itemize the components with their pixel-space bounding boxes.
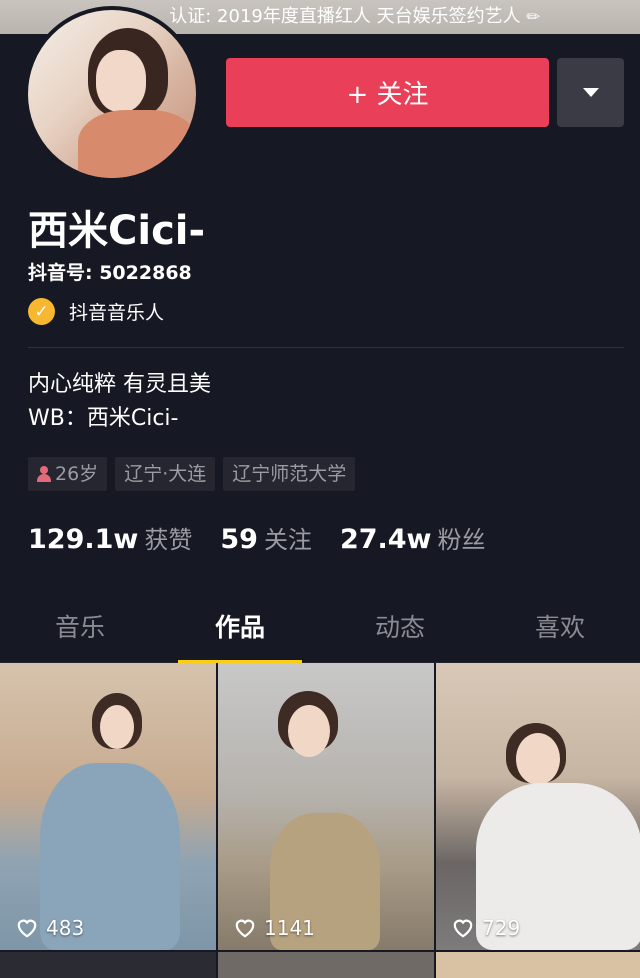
next-row-thumbnails[interactable] [0,952,640,978]
heart-icon [453,919,473,938]
video-thumbnail[interactable]: 483 [0,663,216,950]
bio-line-2: WB：西米Cici- [28,406,179,431]
tag-school: 辽宁师范大学 [223,457,356,491]
like-count-value: 729 [482,916,521,940]
certification-row: ✓ 抖音音乐人 [28,298,164,325]
video-grid: 483 1141 729 [0,663,640,950]
pencil-icon[interactable]: ✎ [517,0,551,34]
caret-down-icon [582,88,599,97]
stat-following-label[interactable]: 关注 [264,520,312,555]
heart-icon [17,919,37,938]
stat-following-value[interactable]: 59 [220,524,258,555]
like-count: 729 [452,916,520,940]
stat-followers-label[interactable]: 粉丝 [438,520,486,555]
like-count-value: 483 [46,916,85,940]
video-thumbnail[interactable]: 1141 [218,663,434,950]
heart-icon [235,919,255,938]
tab-works[interactable]: 作品 [160,596,320,663]
tab-music[interactable]: 音乐 [0,596,160,662]
like-count: 1141 [234,916,315,940]
stats-row: 129.1w 获赞 59 关注 27.4w 粉丝 [28,520,514,555]
video-thumbnail[interactable]: 729 [436,663,640,950]
certification-label: 抖音音乐人 [69,302,165,324]
stat-likes-value: 129.1w [28,524,139,555]
tab-activity[interactable]: 动态 [320,596,480,662]
tag-age: 26岁 [28,457,108,491]
bio-line-1: 内心纯粹 有灵且美 [28,372,211,397]
more-button[interactable] [557,58,624,127]
tag-location: 辽宁·大连 [115,457,216,491]
person-icon [37,466,51,482]
like-count: 483 [16,916,84,940]
banner-text: 认证: 2019年度直播红人 天台娱乐签约艺人 [169,6,521,27]
profile-name: 西米Cici- [28,208,206,254]
profile-tags: 26岁 辽宁·大连 辽宁师范大学 [28,457,356,491]
stat-followers-value[interactable]: 27.4w [340,524,432,555]
profile-tabs: 音乐 作品 动态 喜欢 [0,596,640,663]
verified-check-icon: ✓ [28,298,55,325]
follow-button-label: + 关注 [346,80,429,110]
douyin-id: 抖音号: 5022868 [28,262,192,284]
avatar[interactable] [24,6,200,182]
bio: 内心纯粹 有灵且美 WB：西米Cici- [28,368,211,436]
stat-likes-label: 获赞 [144,526,193,554]
tab-liked[interactable]: 喜欢 [480,596,640,662]
like-count-value: 1141 [264,916,315,940]
divider [28,347,624,348]
follow-button[interactable]: + 关注 [226,58,549,127]
